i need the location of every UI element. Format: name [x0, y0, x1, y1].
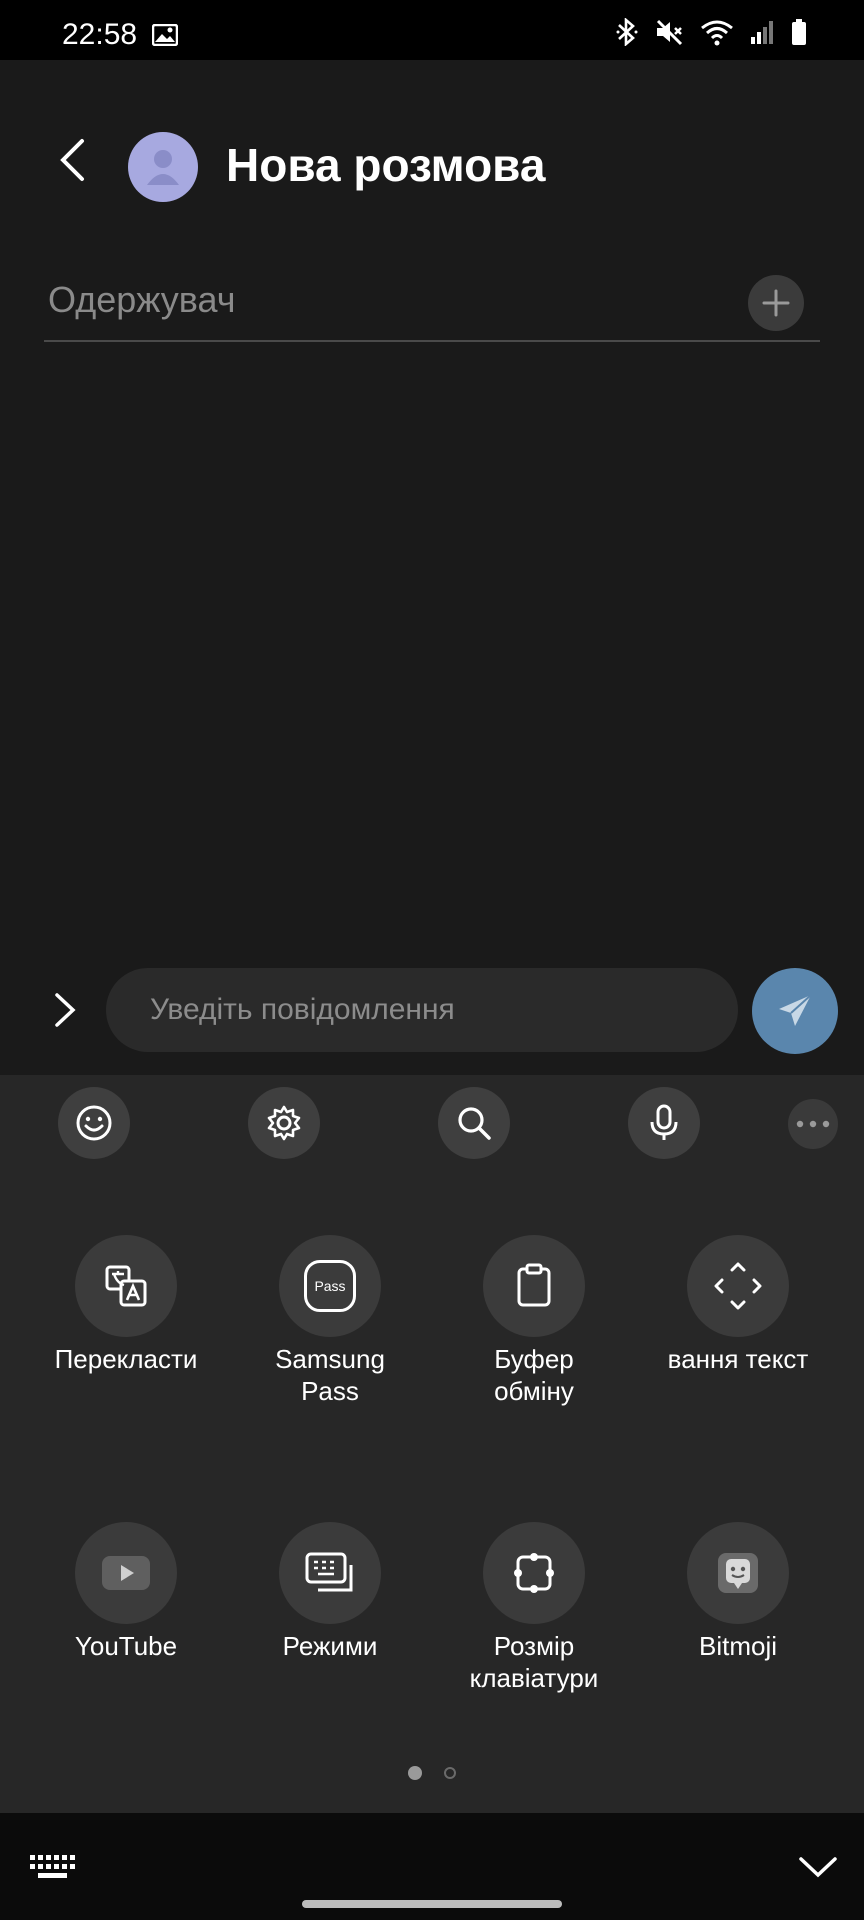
message-input[interactable] — [106, 968, 738, 1052]
page-title: Нова розмова — [226, 139, 546, 191]
clipboard-button[interactable]: Буфер обміну — [439, 1235, 629, 1407]
clipboard-icon — [517, 1263, 551, 1307]
clipboard-icon-wrap — [483, 1235, 585, 1337]
person-icon — [147, 150, 179, 185]
recipient-input[interactable] — [46, 275, 730, 325]
text-editing-icon-wrap — [687, 1235, 789, 1337]
keyboard-switch-button[interactable] — [22, 1845, 82, 1889]
gesture-handle[interactable] — [302, 1900, 562, 1908]
gear-icon — [267, 1105, 301, 1141]
youtube-icon-wrap — [75, 1522, 177, 1624]
hide-keyboard-button[interactable] — [790, 1845, 846, 1889]
samsung-pass-button[interactable]: Pass Samsung Pass — [235, 1235, 425, 1407]
keyboard-icon — [30, 1855, 75, 1878]
translate-icon — [105, 1265, 147, 1307]
search-button[interactable] — [438, 1087, 510, 1159]
mute-icon — [656, 19, 683, 46]
conversation-screen — [0, 60, 864, 1075]
text-editing-label: вання текст — [667, 1344, 809, 1374]
chevron-right-icon — [55, 993, 76, 1027]
clipboard-label: Буфер обміну — [494, 1344, 574, 1406]
samsung-pass-icon-wrap: Pass — [279, 1235, 381, 1337]
send-button[interactable] — [752, 968, 838, 1054]
pass-badge-text: Pass — [314, 1278, 346, 1294]
keyboard-settings-button[interactable] — [248, 1087, 320, 1159]
page-indicator-active — [408, 1766, 422, 1780]
status-time: 22:58 — [62, 18, 138, 51]
voice-input-button[interactable] — [628, 1087, 700, 1159]
youtube-icon — [102, 1556, 150, 1590]
bitmoji-label: Bitmoji — [698, 1631, 777, 1661]
page-indicator-inactive[interactable] — [444, 1767, 456, 1779]
back-button[interactable] — [42, 130, 102, 190]
text-editing-button[interactable]: вання текст — [643, 1235, 833, 1375]
youtube-label: YouTube — [74, 1631, 178, 1661]
more-options-button[interactable] — [788, 1099, 838, 1149]
add-recipient-button[interactable] — [748, 275, 804, 331]
status-icons — [616, 18, 808, 46]
emoji-button[interactable] — [58, 1087, 130, 1159]
gallery-icon — [151, 23, 179, 51]
modes-button[interactable]: Режими — [235, 1522, 425, 1662]
back-arrow-icon — [60, 139, 84, 181]
translate-label: Перекласти — [54, 1344, 198, 1374]
send-icon — [779, 994, 812, 1026]
keyboard-size-icon-wrap — [483, 1522, 585, 1624]
keyboard-panel — [0, 1075, 864, 1813]
translate-icon-wrap — [75, 1235, 177, 1337]
expand-attachments-button[interactable] — [40, 980, 90, 1040]
samsung-pass-label: Samsung Pass — [275, 1344, 385, 1406]
move-cursor-icon — [714, 1262, 762, 1310]
battery-icon — [792, 19, 806, 45]
bluetooth-icon — [616, 18, 638, 46]
bitmoji-icon-wrap — [687, 1522, 789, 1624]
keyboard-modes-icon — [305, 1552, 353, 1592]
search-icon — [458, 1107, 491, 1140]
microphone-icon — [650, 1104, 678, 1140]
wifi-icon — [701, 20, 733, 46]
modes-icon-wrap — [279, 1522, 381, 1624]
modes-label: Режими — [282, 1631, 378, 1661]
avatar[interactable] — [128, 132, 198, 202]
bitmoji-button[interactable]: Bitmoji — [643, 1522, 833, 1662]
youtube-button[interactable]: YouTube — [31, 1522, 221, 1662]
bitmoji-icon — [718, 1553, 758, 1593]
recipient-underline — [44, 340, 820, 342]
samsung-pass-icon: Pass — [304, 1260, 356, 1312]
signal-icon — [751, 21, 773, 44]
keyboard-size-label: Розмір клавіатури — [469, 1631, 599, 1693]
resize-icon — [514, 1553, 554, 1593]
more-icon — [796, 1120, 830, 1128]
chevron-down-icon — [799, 1857, 837, 1878]
translate-button[interactable]: Перекласти — [31, 1235, 221, 1375]
plus-icon — [762, 289, 790, 317]
keyboard-size-button[interactable]: Розмір клавіатури — [439, 1522, 629, 1694]
emoji-icon — [76, 1105, 112, 1141]
